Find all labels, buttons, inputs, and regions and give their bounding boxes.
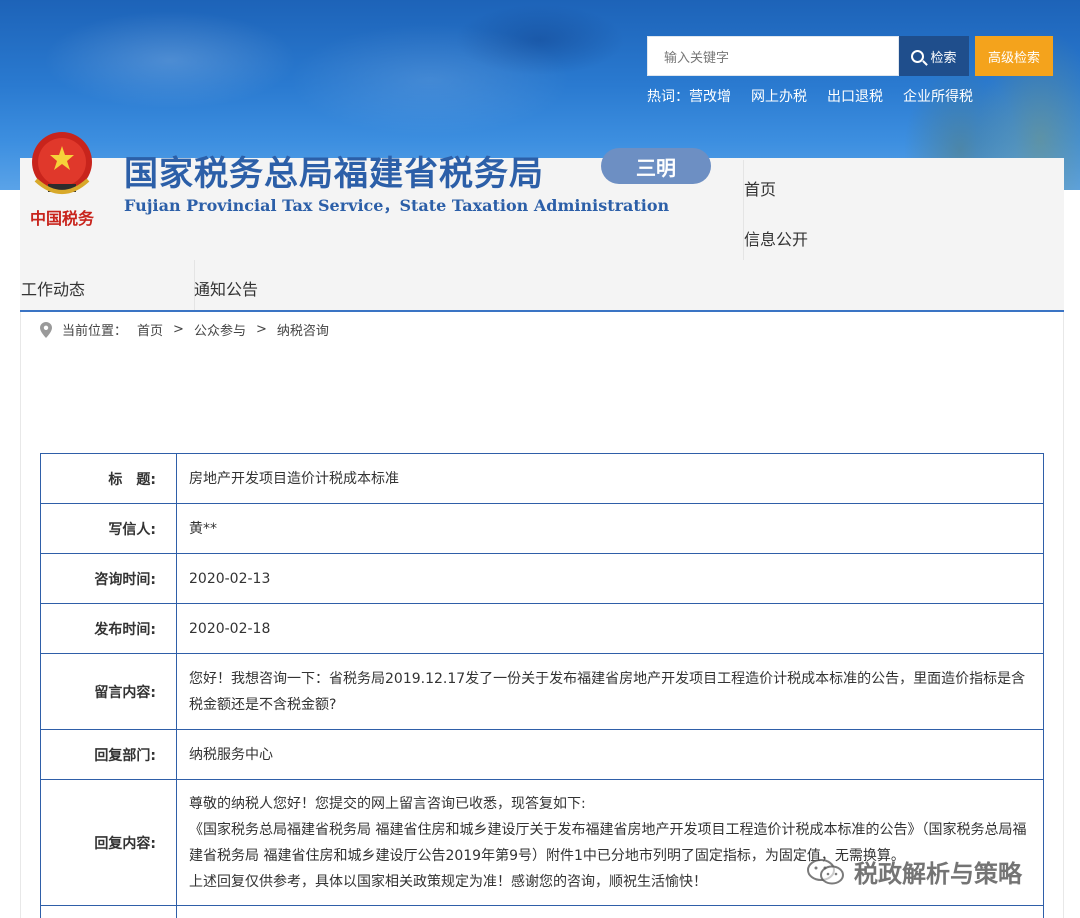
breadcrumb: 当前位置： 首页 > 公众参与 > 纳税咨询 <box>40 320 329 339</box>
row-value-message: 您好！我想咨询一下：省税务局2019.12.17发了一份关于发布福建省房地产开发… <box>176 653 1044 730</box>
row-value-consult-date: 2020-02-13 <box>176 553 1044 604</box>
breadcrumb-link-home[interactable]: 首页 <box>137 320 163 339</box>
site-subtitle: Fujian Provincial Tax Service，State Taxa… <box>124 196 670 215</box>
row-value-title: 房地产开发项目造价计税成本标准 <box>176 453 1044 504</box>
search-icon <box>911 49 925 63</box>
table-row: 标 题: 房地产开发项目造价计税成本标准 <box>40 453 1044 504</box>
emblem-caption: 中国税务 <box>30 209 95 228</box>
city-badge[interactable]: 三明 <box>601 148 711 184</box>
row-label: 写信人: <box>40 503 177 554</box>
hotword-link[interactable]: 营改增 <box>689 86 731 106</box>
table-row: 发布时间: 2020-02-18 <box>40 603 1044 654</box>
row-value-publish-date: 2020-02-18 <box>176 603 1044 654</box>
search-placeholder: 输入关键字 <box>664 50 730 66</box>
nav-home[interactable]: 首页 <box>744 176 776 200</box>
row-label: 咨询时间: <box>40 553 177 604</box>
location-pin-icon <box>40 321 52 338</box>
table-row: 留言内容: 您好！我想咨询一下：省税务局2019.12.17发了一份关于发布福建… <box>40 653 1044 730</box>
watermark-text: 税政解析与策略 <box>854 860 1022 888</box>
wechat-icon <box>807 858 844 884</box>
consultation-table: 标 题: 房地产开发项目造价计税成本标准 写信人: 黄** 咨询时间: 2020… <box>40 453 1044 918</box>
row-label: 标 题: <box>40 453 177 504</box>
search-input[interactable]: 输入关键字 <box>647 36 899 76</box>
breadcrumb-link-participation[interactable]: 公众参与 <box>194 320 246 339</box>
search-button[interactable]: 检索 <box>899 36 969 76</box>
hotwords-bar: 热词： 营改增 网上办税 出口退税 企业所得税 <box>647 86 973 106</box>
breadcrumb-current[interactable]: 纳税咨询 <box>277 320 329 339</box>
watermark: 税政解析与策略 <box>806 854 1022 889</box>
table-row: 回复部门: 纳税服务中心 <box>40 729 1044 780</box>
nav-info-disclosure[interactable]: 信息公开 <box>744 226 808 250</box>
advanced-search-button[interactable]: 高级检索 <box>975 36 1053 76</box>
row-value-department: 纳税服务中心 <box>176 729 1044 780</box>
breadcrumb-separator: > <box>173 322 184 337</box>
advanced-search-label: 高级检索 <box>987 50 1040 66</box>
hotwords-prefix: 热词： <box>647 89 689 105</box>
hotword-link[interactable]: 出口退税 <box>827 86 883 106</box>
search-button-label: 检索 <box>930 50 957 66</box>
row-label: 回复部门: <box>40 729 177 780</box>
row-value-writer: 黄** <box>176 503 1044 554</box>
table-row: 咨询时间: 2020-02-13 <box>40 553 1044 604</box>
hotword-link[interactable]: 企业所得税 <box>903 86 973 106</box>
row-label: 留言内容: <box>40 653 177 730</box>
row-label: 发布时间: <box>40 603 177 654</box>
breadcrumb-prefix: 当前位置： <box>62 324 128 339</box>
table-row <box>40 905 1044 918</box>
nav-work-news[interactable]: 工作动态 <box>21 276 85 300</box>
tax-emblem-logo: 中国税务 <box>30 132 95 228</box>
nav-notices[interactable]: 通知公告 <box>194 276 258 300</box>
reply-line: 尊敬的纳税人您好！您提交的网上留言咨询已收悉，现答复如下: <box>189 795 586 812</box>
hotword-link[interactable]: 网上办税 <box>751 86 807 106</box>
table-row: 写信人: 黄** <box>40 503 1044 554</box>
breadcrumb-separator: > <box>255 322 267 337</box>
row-label: 回复内容: <box>40 779 177 906</box>
site-title[interactable]: 国家税务总局福建省税务局 <box>124 146 544 195</box>
